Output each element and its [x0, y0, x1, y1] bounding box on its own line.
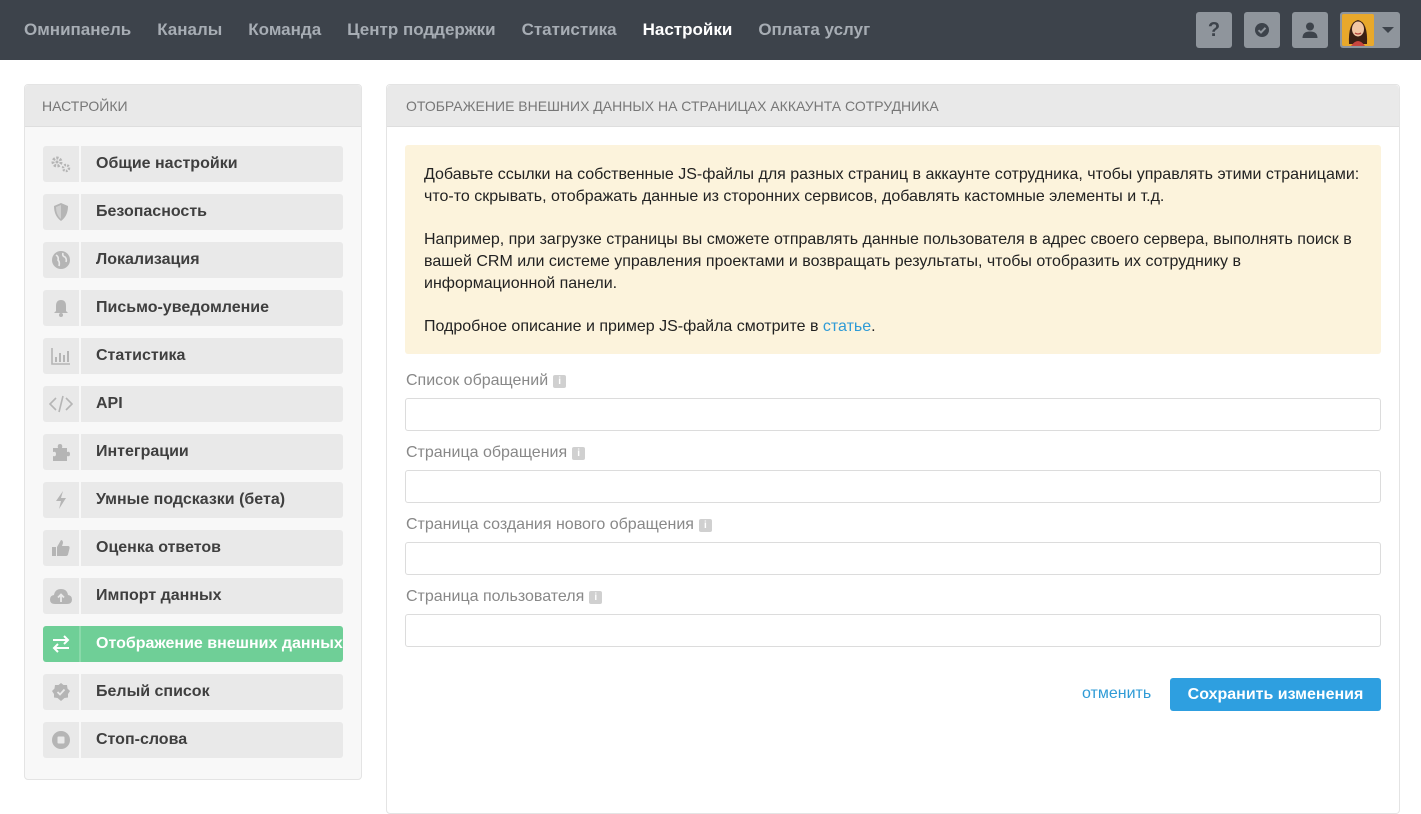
chevron-down-icon — [1382, 27, 1394, 33]
sidebar-item-label: Умные подсказки (бета) — [96, 491, 286, 508]
sidebar-item-statistics[interactable]: Статистика — [43, 338, 343, 374]
sidebar-item-label: Импорт данных — [96, 587, 222, 604]
nav-omnipanel[interactable]: Омнипанель — [24, 20, 131, 40]
cloud-upload-icon — [43, 578, 81, 614]
info-icon[interactable]: i — [698, 518, 712, 532]
ticket-page-url-input[interactable] — [405, 470, 1381, 503]
profile-button[interactable] — [1292, 12, 1328, 48]
info-icon[interactable]: i — [572, 446, 586, 460]
sidebar-item-smart-hints[interactable]: Умные подсказки (бета) — [43, 482, 343, 518]
sidebar-item-label: Безопасность — [96, 203, 207, 220]
sidebar-item-email-notification[interactable]: Письмо-уведомление — [43, 290, 343, 326]
nav-channels[interactable]: Каналы — [157, 20, 222, 40]
field-label-user-page: Страница пользователя i — [406, 588, 603, 606]
bar-chart-icon — [43, 338, 81, 374]
globe-icon — [43, 242, 81, 278]
nav-settings[interactable]: Настройки — [643, 20, 733, 40]
sidebar-item-label: Отображение внешних данных — [96, 635, 343, 652]
tickets-list-url-input[interactable] — [405, 398, 1381, 431]
gears-icon — [43, 146, 81, 182]
nav-billing[interactable]: Оплата услуг — [758, 20, 870, 40]
notice-paragraph: Подробное описание и пример JS-файла смо… — [424, 316, 1362, 338]
settings-menu: Общие настройки Безопасность Локализация… — [43, 146, 343, 770]
swap-arrows-icon — [43, 626, 81, 662]
new-ticket-page-url-input[interactable] — [405, 542, 1381, 575]
sidebar-item-answer-rating[interactable]: Оценка ответов — [43, 530, 343, 566]
check-badge-icon — [1255, 23, 1269, 37]
stop-icon — [43, 722, 81, 758]
sidebar-item-label: Белый список — [96, 683, 210, 700]
info-notice: Добавьте ссылки на собственные JS-файлы … — [405, 145, 1381, 354]
sidebar-item-label: API — [96, 395, 123, 412]
cancel-link[interactable]: отменить — [1082, 685, 1151, 703]
notice-text: Подробное описание и пример JS-файла смо… — [424, 318, 823, 335]
save-changes-button[interactable]: Сохранить изменения — [1170, 678, 1381, 711]
thumbs-up-icon — [43, 530, 81, 566]
account-menu-button[interactable] — [1340, 12, 1400, 48]
info-icon[interactable]: i — [553, 374, 567, 388]
field-label-text: Страница пользователя — [406, 588, 585, 605]
article-link[interactable]: статье — [823, 318, 871, 335]
user-icon — [1302, 22, 1318, 38]
avatar — [1342, 14, 1374, 46]
field-label-new-ticket-page: Страница создания нового обращения i — [406, 516, 712, 534]
sidebar-item-integrations[interactable]: Интеграции — [43, 434, 343, 470]
field-label-text: Список обращений — [406, 372, 549, 389]
notice-paragraph: Например, при загрузке страницы вы сможе… — [424, 231, 1352, 292]
settings-sidebar: НАСТРОЙКИ Общие настройки Безопасность Л… — [24, 84, 362, 780]
question-icon: ? — [1207, 18, 1221, 41]
external-data-panel: ОТОБРАЖЕНИЕ ВНЕШНИХ ДАННЫХ НА СТРАНИЦАХ … — [386, 84, 1400, 814]
nav-support-center[interactable]: Центр поддержки — [347, 20, 495, 40]
sidebar-item-label: Интеграции — [96, 443, 189, 460]
user-page-url-input[interactable] — [405, 614, 1381, 647]
sidebar-item-data-import[interactable]: Импорт данных — [43, 578, 343, 614]
lightning-icon — [43, 482, 81, 518]
sidebar-item-label: Общие настройки — [96, 155, 238, 172]
sidebar-title: НАСТРОЙКИ — [25, 85, 361, 127]
sidebar-item-label: Письмо-уведомление — [96, 299, 270, 316]
puzzle-icon — [43, 434, 81, 470]
sidebar-item-stop-words[interactable]: Стоп-слова — [43, 722, 343, 758]
check-badge-icon — [43, 674, 81, 710]
sidebar-item-security[interactable]: Безопасность — [43, 194, 343, 230]
status-button[interactable] — [1244, 12, 1280, 48]
page-title: ОТОБРАЖЕНИЕ ВНЕШНИХ ДАННЫХ НА СТРАНИЦАХ … — [387, 85, 1399, 127]
sidebar-item-general[interactable]: Общие настройки — [43, 146, 343, 182]
sidebar-item-label: Стоп-слова — [96, 731, 188, 748]
help-button[interactable]: ? — [1196, 12, 1232, 48]
field-label-tickets-list: Список обращений i — [406, 372, 567, 390]
top-navigation-bar: Омнипанель Каналы Команда Центр поддержк… — [0, 0, 1421, 60]
sidebar-item-label: Статистика — [96, 347, 186, 364]
bell-icon — [43, 290, 81, 326]
notice-text: . — [871, 318, 876, 335]
sidebar-item-label: Локализация — [96, 251, 200, 268]
shield-icon — [43, 194, 81, 230]
top-actions: ? — [1184, 12, 1400, 48]
notice-paragraph: Добавьте ссылки на собственные JS-файлы … — [424, 166, 1360, 205]
sidebar-item-api[interactable]: API — [43, 386, 343, 422]
main-nav: Омнипанель Каналы Команда Центр поддержк… — [24, 0, 896, 60]
field-label-text: Страница создания нового обращения — [406, 516, 694, 533]
sidebar-item-localization[interactable]: Локализация — [43, 242, 343, 278]
sidebar-item-whitelist[interactable]: Белый список — [43, 674, 343, 710]
field-label-text: Страница обращения — [406, 444, 568, 461]
code-icon — [43, 386, 81, 422]
sidebar-item-external-data[interactable]: Отображение внешних данных — [43, 626, 343, 662]
info-icon[interactable]: i — [589, 590, 603, 604]
field-label-ticket-page: Страница обращения i — [406, 444, 586, 462]
nav-statistics[interactable]: Статистика — [522, 20, 617, 40]
nav-team[interactable]: Команда — [248, 20, 321, 40]
sidebar-item-label: Оценка ответов — [96, 539, 221, 556]
